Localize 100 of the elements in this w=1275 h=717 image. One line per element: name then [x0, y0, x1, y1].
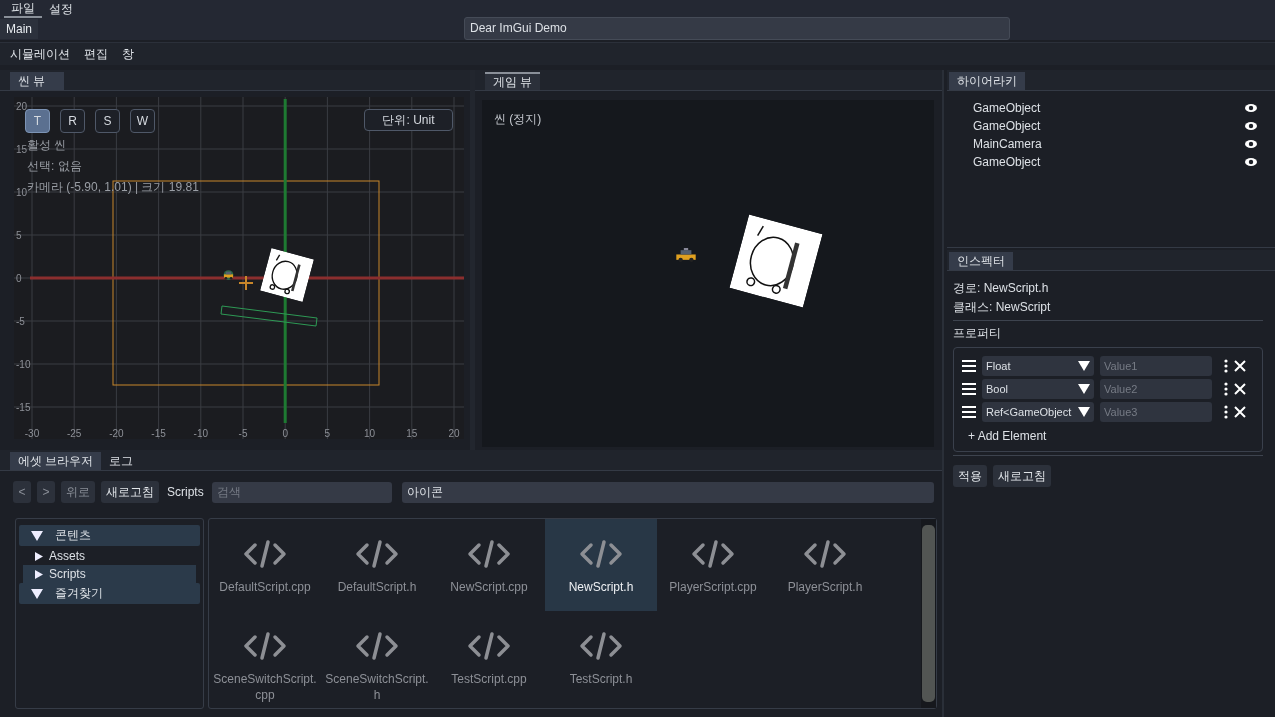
- drag-handle-icon[interactable]: [962, 406, 976, 418]
- search-field[interactable]: 검색: [211, 481, 392, 503]
- tree-item-label: Scripts: [49, 567, 86, 581]
- file-item[interactable]: PlayerScript.cpp: [657, 519, 769, 611]
- code-file-icon: [355, 631, 399, 661]
- menu-item[interactable]: 시뮬레이션: [3, 45, 77, 63]
- file-name: PlayerScript.h: [786, 579, 864, 595]
- file-item[interactable]: TestScript.h: [545, 611, 657, 703]
- tree-item[interactable]: Assets: [23, 547, 196, 565]
- close-icon[interactable]: [1234, 406, 1246, 418]
- scrollbar-thumb[interactable]: [922, 525, 935, 702]
- dropdown-arrow-icon: [1078, 361, 1090, 371]
- panel-tab[interactable]: 게임 뷰: [485, 72, 541, 90]
- panel-tab[interactable]: 하이어라키: [949, 72, 1025, 90]
- axis-tick-label: -15: [151, 428, 166, 439]
- file-item[interactable]: TestScript.cpp: [433, 611, 545, 703]
- value-field[interactable]: Value2: [1100, 379, 1212, 399]
- axis-tick-label: 0: [16, 273, 22, 284]
- file-item[interactable]: SceneSwitchScript.cpp: [209, 611, 321, 703]
- section-label: 프로퍼티: [953, 325, 1002, 342]
- code-file-icon: [579, 539, 623, 569]
- more-options-icon[interactable]: [1224, 359, 1228, 373]
- add-element-button[interactable]: + Add Element: [962, 427, 1254, 445]
- current-folder-text: Scripts: [167, 485, 204, 499]
- file-item[interactable]: NewScript.cpp: [433, 519, 545, 611]
- file-item[interactable]: NewScript.h: [545, 519, 657, 611]
- type-dropdown[interactable]: Ref<GameObject: [982, 402, 1094, 422]
- file-name: DefaultScript.cpp: [218, 579, 312, 595]
- code-file-icon: [691, 539, 735, 569]
- inspector-button[interactable]: 적용: [953, 465, 987, 487]
- tree-header[interactable]: 즐겨찾기: [19, 583, 200, 604]
- axis-tick-label: -10: [193, 428, 209, 439]
- visibility-eye-icon[interactable]: [1244, 157, 1258, 167]
- axis-tick-label: -5: [16, 316, 25, 327]
- axis-tick-label: -30: [24, 428, 40, 439]
- inspector-button[interactable]: 새로고침: [993, 465, 1051, 487]
- dropdown-arrow-icon: [1078, 407, 1090, 417]
- class-text: 클래스: NewScript: [953, 299, 1052, 316]
- view-mode-field[interactable]: 아이콘: [401, 481, 934, 503]
- axis-tick-label: 15: [16, 144, 28, 155]
- menu-item[interactable]: 편집: [77, 45, 115, 63]
- tree-header-label: 콘텐츠: [55, 527, 91, 544]
- visibility-eye-icon[interactable]: [1244, 139, 1258, 149]
- visibility-eye-icon[interactable]: [1244, 103, 1258, 113]
- file-item[interactable]: DefaultScript.cpp: [209, 519, 321, 611]
- close-icon[interactable]: [1234, 360, 1246, 372]
- axis-tick-label: 20: [16, 101, 28, 112]
- unit-button[interactable]: 단위: Unit: [364, 109, 453, 131]
- code-file-icon: [467, 631, 511, 661]
- panel-tab[interactable]: 씬 뷰: [10, 72, 64, 90]
- title-field[interactable]: Dear ImGui Demo: [464, 17, 1010, 40]
- hierarchy-item[interactable]: GameObject: [973, 101, 1041, 115]
- axis-tick-label: 0: [282, 428, 288, 439]
- code-file-icon: [803, 539, 847, 569]
- file-name: TestScript.cpp: [450, 671, 528, 687]
- hierarchy-item[interactable]: GameObject: [973, 155, 1041, 169]
- visibility-eye-icon[interactable]: [1244, 121, 1258, 131]
- panel-tab[interactable]: 인스펙터: [949, 252, 1013, 270]
- tool-button[interactable]: T: [25, 109, 50, 133]
- tool-button[interactable]: S: [95, 109, 120, 133]
- scene-info-text: 선택: 없음: [27, 158, 83, 175]
- tree-header-label: 즐겨찾기: [55, 585, 103, 602]
- toolbar-button[interactable]: 새로고침: [101, 481, 159, 503]
- axis-tick-label: 10: [16, 187, 28, 198]
- code-file-icon: [243, 631, 287, 661]
- file-item[interactable]: SceneSwitchScript.h: [321, 611, 433, 703]
- axis-tick-label: -10: [16, 359, 31, 370]
- code-file-icon: [243, 539, 287, 569]
- file-item[interactable]: PlayerScript.h: [769, 519, 881, 611]
- axis-tick-label: 5: [16, 230, 22, 241]
- tool-button[interactable]: R: [60, 109, 85, 133]
- tree-header[interactable]: 콘텐츠: [19, 525, 200, 546]
- tree-item[interactable]: Scripts: [23, 565, 196, 583]
- more-options-icon[interactable]: [1224, 405, 1228, 419]
- document-tab[interactable]: Main: [0, 19, 38, 39]
- close-icon[interactable]: [1234, 383, 1246, 395]
- crosshair-icon: [238, 275, 254, 291]
- file-item[interactable]: DefaultScript.h: [321, 519, 433, 611]
- drag-handle-icon[interactable]: [962, 383, 976, 395]
- menu-item[interactable]: 창: [115, 45, 141, 63]
- panel-tab[interactable]: 로그: [101, 452, 156, 470]
- axis-tick-label: -15: [16, 402, 31, 413]
- panel-tab[interactable]: 에셋 브라우저: [10, 452, 102, 470]
- dropdown-arrow-icon: [1078, 384, 1090, 394]
- file-name: SceneSwitchScript.cpp: [213, 671, 317, 703]
- tool-button[interactable]: W: [130, 109, 155, 133]
- value-field[interactable]: Value1: [1100, 356, 1212, 376]
- hierarchy-item[interactable]: MainCamera: [973, 137, 1042, 151]
- value-field[interactable]: Value3: [1100, 402, 1212, 422]
- more-options-icon[interactable]: [1224, 382, 1228, 396]
- type-dropdown[interactable]: Float: [982, 356, 1094, 376]
- axis-tick-label: 10: [364, 428, 376, 439]
- menu-item[interactable]: 설정: [42, 0, 80, 18]
- file-name: SceneSwitchScript.h: [325, 671, 429, 703]
- hierarchy-item[interactable]: GameObject: [973, 119, 1041, 133]
- code-file-icon: [579, 631, 623, 661]
- code-file-icon: [355, 539, 399, 569]
- type-dropdown[interactable]: Bool: [982, 379, 1094, 399]
- drag-handle-icon[interactable]: [962, 360, 976, 372]
- tree-item-label: Assets: [49, 549, 85, 563]
